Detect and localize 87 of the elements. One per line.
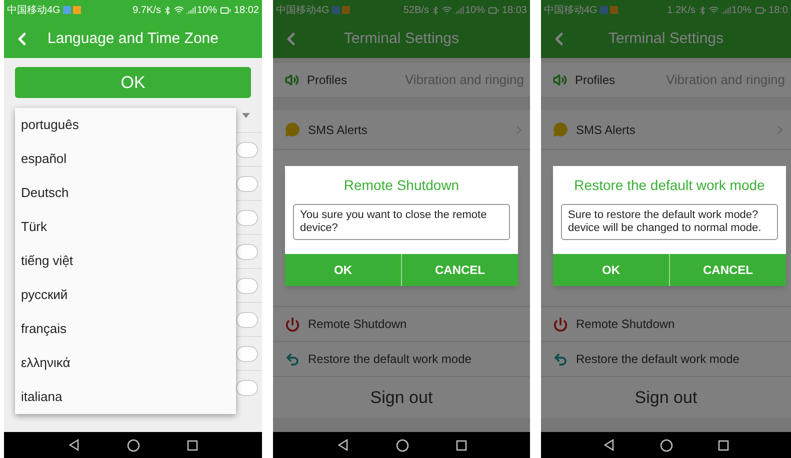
chat-bubble-icon: [285, 122, 300, 137]
home-icon[interactable]: [396, 438, 408, 452]
carrier-text: 中国移动4G: [544, 4, 598, 18]
action-label: Remote Shutdown: [576, 316, 675, 333]
toggle-icon[interactable]: [236, 142, 258, 158]
language-option[interactable]: español: [15, 142, 236, 176]
undo-arrow-icon: [553, 352, 568, 366]
battery-icon: [754, 4, 767, 16]
power-icon: [553, 316, 568, 332]
wifi-icon: [708, 5, 719, 15]
settings-row[interactable]: SMS Alerts: [541, 110, 791, 150]
dialog-title: Restore the default work mode: [573, 176, 766, 195]
language-option[interactable]: Türk: [15, 210, 236, 244]
clock-text: 18:03: [502, 4, 527, 18]
language-option[interactable]: français: [15, 312, 236, 346]
language-option[interactable]: ελληνικά: [15, 346, 236, 380]
dialog-button[interactable]: CANCEL: [401, 254, 518, 286]
toggle-icon[interactable]: [236, 312, 258, 328]
toggle-icon[interactable]: [236, 176, 258, 192]
home-icon[interactable]: [660, 438, 673, 452]
bluetooth-icon: [698, 6, 707, 14]
network-speed-text: 1.2K/s: [667, 4, 696, 18]
dialog-message: Sure to restore the default work mode? device will be changed to normal mode.: [561, 204, 778, 240]
action-label: Restore the default work mode: [576, 351, 740, 368]
battery-icon: [486, 4, 500, 16]
screen-title: Terminal Settings: [342, 28, 460, 49]
dialog-title: Remote Shutdown: [342, 176, 460, 195]
home-icon[interactable]: [126, 438, 140, 452]
battery-text: 10%: [732, 4, 752, 18]
dialog-message: You sure you want to close the remote device?: [293, 204, 510, 240]
toggle-icon[interactable]: [236, 278, 258, 294]
action-row[interactable]: Restore the default work mode: [541, 341, 791, 376]
setting-label: Profiles: [307, 72, 348, 89]
back-icon[interactable]: [336, 439, 348, 451]
action-row[interactable]: Remote Shutdown: [273, 306, 530, 341]
back-icon[interactable]: [68, 439, 80, 451]
back-icon[interactable]: [603, 439, 616, 451]
toggle-icon[interactable]: [236, 346, 258, 362]
language-option[interactable]: Deutsch: [15, 176, 236, 210]
wifi-icon: [174, 5, 184, 15]
dropdown-caret-icon[interactable]: [242, 112, 250, 118]
recent-apps-icon[interactable]: [456, 440, 466, 450]
carrier-text: 中国移动4G: [276, 4, 330, 18]
network-speed-text: 9.7K/s: [132, 4, 161, 18]
action-label: Restore the default work mode: [308, 351, 472, 368]
bluetooth-icon: [430, 6, 440, 14]
speaker-icon: [553, 73, 567, 87]
language-option[interactable]: português: [15, 108, 236, 142]
dialog-button[interactable]: OK: [553, 254, 669, 286]
action-label: Remote Shutdown: [308, 316, 407, 333]
speaker-icon: [285, 73, 299, 87]
language-option[interactable]: italiana: [15, 380, 236, 414]
toggle-icon[interactable]: [236, 380, 258, 396]
power-icon: [285, 316, 300, 332]
network-speed-text: 52B/s: [403, 4, 429, 18]
ok-button[interactable]: OK: [15, 67, 251, 98]
bluetooth-icon: [162, 6, 172, 14]
toggle-icon[interactable]: [236, 210, 258, 226]
signal-icon: [720, 5, 731, 15]
dialog-button[interactable]: CANCEL: [669, 254, 786, 286]
setting-label: SMS Alerts: [308, 122, 368, 138]
screen-title: Terminal Settings: [607, 28, 725, 49]
settings-row[interactable]: SMS Alerts: [273, 110, 530, 150]
signal-icon: [186, 5, 196, 15]
clock-text: 18:02: [234, 4, 259, 18]
battery-icon: [218, 4, 232, 16]
language-option[interactable]: русский: [15, 278, 236, 312]
dialog-button[interactable]: OK: [285, 254, 401, 286]
action-row[interactable]: Restore the default work mode: [273, 341, 530, 376]
setting-label: Profiles: [575, 72, 616, 89]
screen-title: Language and Time Zone: [46, 28, 220, 49]
recent-apps-icon[interactable]: [187, 440, 198, 450]
action-row[interactable]: Remote Shutdown: [541, 306, 791, 341]
wifi-icon: [442, 5, 452, 15]
toggle-icon[interactable]: [236, 244, 258, 260]
chat-bubble-icon: [553, 122, 568, 137]
recent-apps-icon[interactable]: [718, 440, 729, 450]
language-option[interactable]: tiếng việt: [15, 244, 236, 278]
sign-out-button[interactable]: Sign out: [541, 376, 791, 418]
signal-icon: [454, 5, 464, 15]
setting-label: SMS Alerts: [576, 122, 636, 138]
sign-out-button[interactable]: Sign out: [273, 376, 530, 418]
clock-text: 18:0: [768, 4, 788, 18]
undo-arrow-icon: [285, 352, 300, 366]
battery-text: 10%: [464, 4, 485, 18]
battery-text: 10%: [196, 4, 217, 18]
carrier-text: 中国移动4G: [7, 4, 60, 18]
